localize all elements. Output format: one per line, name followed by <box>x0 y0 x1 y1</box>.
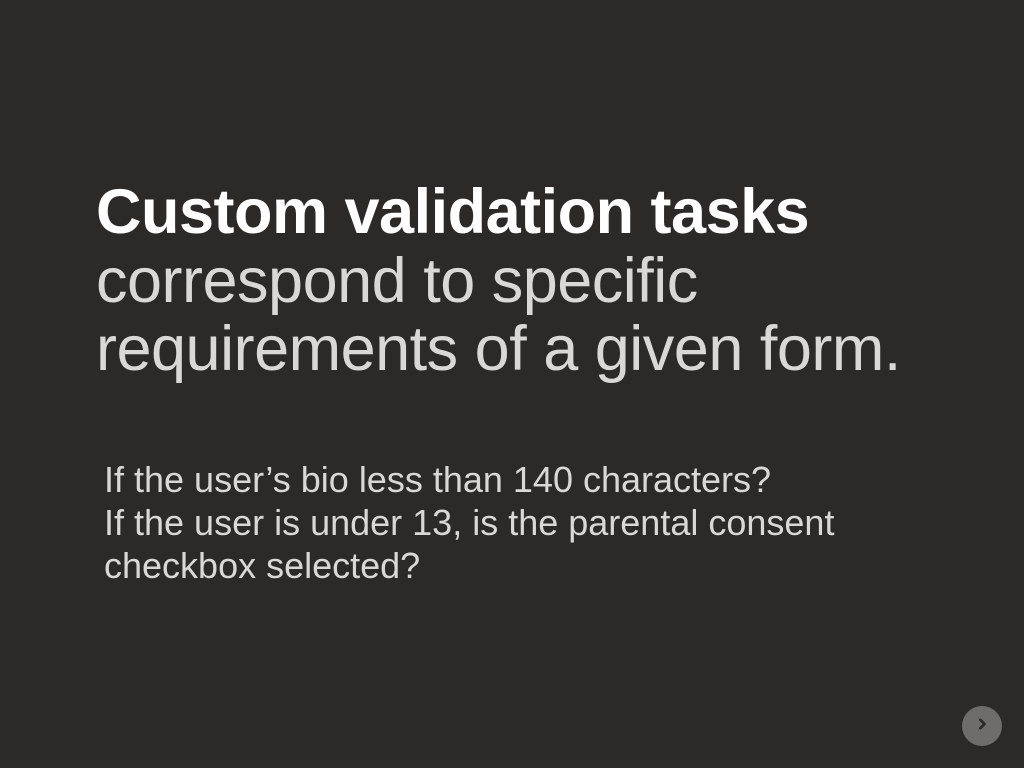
body-line-1: If the user’s bio less than 140 characte… <box>104 459 771 500</box>
slide-heading: Custom validation tasks correspond to sp… <box>96 178 946 384</box>
next-button[interactable] <box>962 706 1002 746</box>
slide-body: If the user’s bio less than 140 characte… <box>104 459 924 587</box>
heading-rest: correspond to specific requirements of a… <box>96 246 901 385</box>
slide: Custom validation tasks correspond to sp… <box>0 0 1024 768</box>
body-line-2: If the user is under 13, is the parental… <box>104 502 834 586</box>
heading-bold: Custom validation tasks <box>96 177 809 247</box>
arrow-right-icon <box>972 714 992 739</box>
